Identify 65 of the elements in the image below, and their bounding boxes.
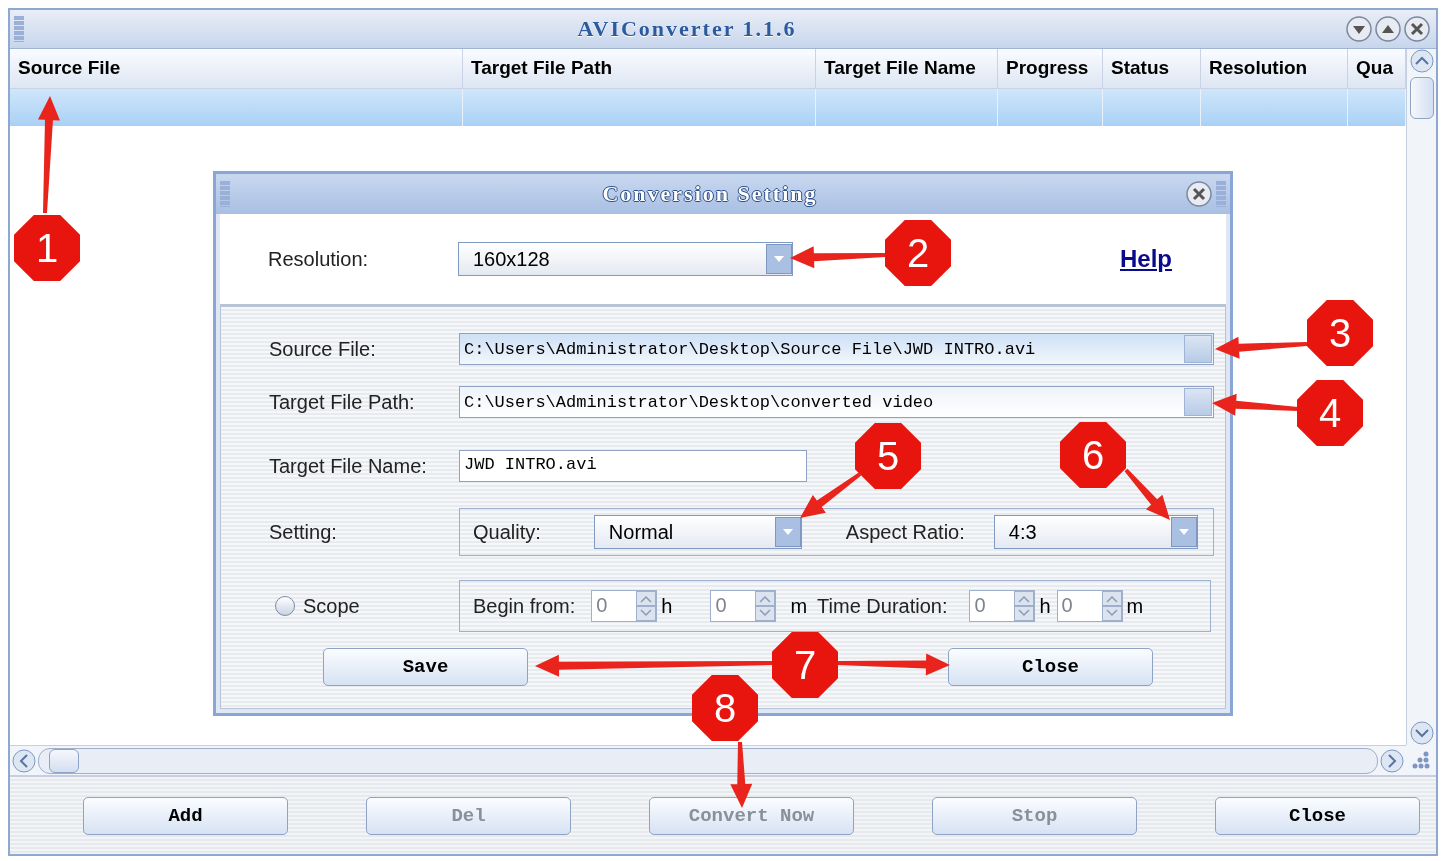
field-label: Begin from: (473, 594, 576, 618)
column-header[interactable]: Progress (998, 49, 1103, 89)
field-label: Target File Path: (269, 390, 416, 414)
field-label: Quality: (473, 520, 541, 544)
close-icon[interactable] (1186, 181, 1212, 207)
spinner-value: 0 (973, 593, 987, 618)
unit-label: m (1126, 594, 1144, 618)
scroll-right-icon[interactable] (1380, 748, 1404, 773)
field-value: C:\Users\Administrator\Desktop\converted video (463, 392, 935, 412)
scroll-down-icon[interactable] (1409, 721, 1434, 745)
minimize-icon[interactable] (1346, 16, 1372, 42)
dropdown-value: Normal (607, 520, 675, 544)
scroll-thumb[interactable] (49, 748, 79, 773)
column-header[interactable]: Qua (1348, 49, 1406, 89)
toolbar-button[interactable]: Add (83, 796, 288, 835)
path-field[interactable]: C:\Users\Administrator\Desktop\converted video (459, 386, 1214, 418)
horizontal-scrollbar[interactable] (10, 745, 1406, 775)
field-value: C:\Users\Administrator\Desktop\Source File\JWD INTRO.avi (463, 339, 1037, 359)
window-title: AVIConverter 1.1.6 (576, 16, 798, 42)
field-label: Source File: (269, 337, 377, 361)
spinner-value: 0 (714, 593, 728, 618)
maximize-icon[interactable] (1375, 16, 1401, 42)
annotation-arrow (730, 741, 753, 808)
column-header[interactable]: Target File Path (463, 49, 816, 89)
dropdown-value: 160x128 (472, 247, 551, 271)
grip-icon (1216, 181, 1226, 207)
dropdown-value: 4:3 (1007, 520, 1038, 544)
dialog-button[interactable]: Save (323, 648, 528, 686)
field-label: Resolution: (268, 247, 370, 271)
input-field[interactable]: JWD INTRO.avi (459, 450, 807, 482)
scroll-left-icon[interactable] (12, 748, 36, 773)
field-label: Setting: (269, 520, 338, 544)
column-header[interactable]: Source File (10, 49, 463, 89)
unit-label: h (661, 594, 673, 618)
annotation-arrow (800, 472, 862, 518)
unit-label: h (1039, 594, 1051, 618)
spinner-value: 0 (1060, 593, 1074, 618)
field-label: Target File Name: (269, 454, 428, 478)
scroll-thumb[interactable] (1409, 77, 1434, 119)
help-link[interactable]: Help (1120, 245, 1172, 273)
browse-button[interactable] (1184, 388, 1212, 416)
toolbar-button[interactable]: Close (1215, 796, 1420, 835)
grip-icon (14, 16, 24, 42)
field-label: Time Duration: (817, 594, 948, 618)
path-field[interactable]: C:\Users\Administrator\Desktop\Source File\JWD INTRO.avi (459, 333, 1214, 365)
dropdown[interactable]: 4:3 (993, 515, 1198, 549)
dialog-button[interactable]: Close (948, 648, 1153, 686)
dropdown[interactable]: Normal (593, 515, 802, 549)
close-icon[interactable] (1404, 16, 1430, 42)
vertical-scrollbar[interactable] (1406, 49, 1436, 745)
unit-label: m (790, 594, 808, 618)
dropdown[interactable]: 160x128 (458, 242, 793, 276)
annotation-arrow (1124, 468, 1170, 520)
column-header[interactable]: Status (1103, 49, 1201, 89)
field-label: Aspect Ratio: (845, 520, 965, 544)
grip-icon (220, 181, 230, 207)
scroll-up-icon[interactable] (1409, 49, 1434, 73)
column-header[interactable]: Target File Name (816, 49, 998, 89)
dialog-title: Conversion Setting (601, 181, 819, 207)
browse-button[interactable] (1184, 335, 1212, 363)
checkbox[interactable] (275, 596, 295, 616)
spinner-value: 0 (595, 593, 609, 618)
resize-grip-icon[interactable] (1411, 750, 1431, 770)
column-header[interactable]: Resolution (1201, 49, 1348, 89)
checkbox-label: Scope (303, 594, 360, 618)
